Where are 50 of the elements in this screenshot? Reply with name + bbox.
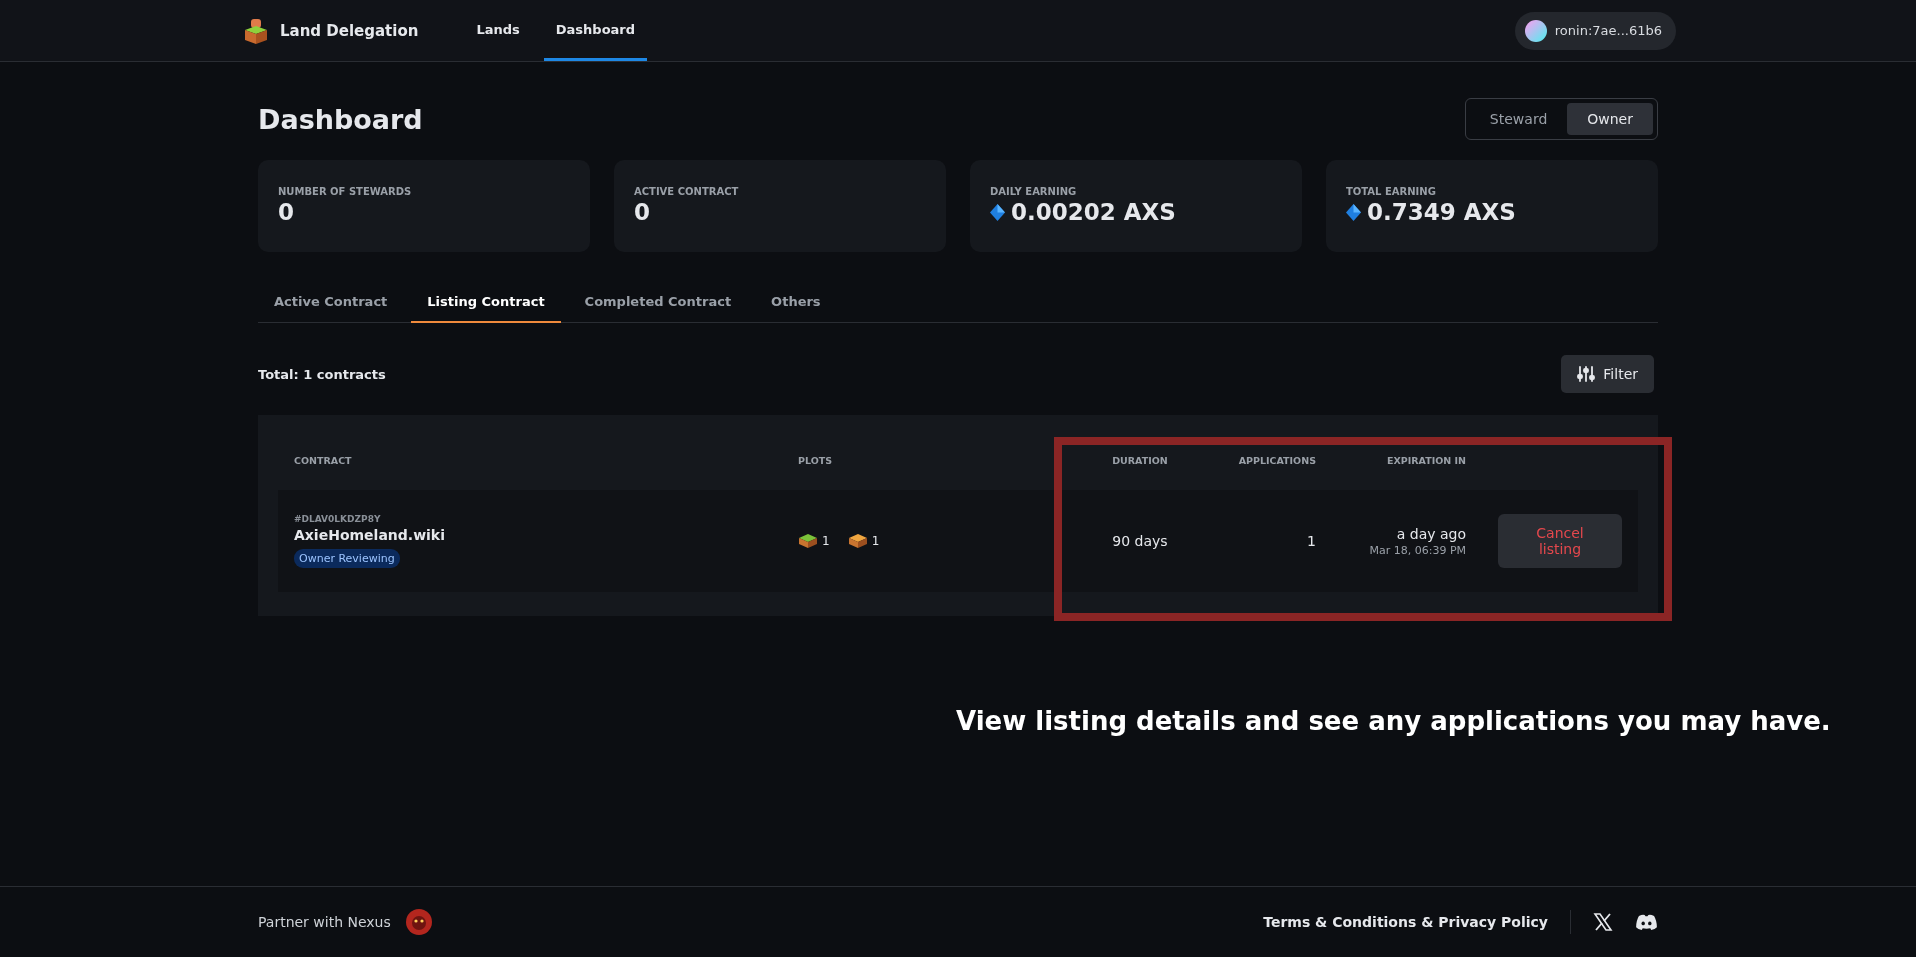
land-block-icon — [242, 16, 270, 45]
tutorial-caption: View listing details and see any applications you may have. — [956, 706, 1831, 736]
stat-label: ACTIVE CONTRACT — [634, 186, 740, 197]
duration-cell-text: 90 days — [1111, 533, 1169, 549]
mascot-icon — [404, 908, 433, 936]
tab[interactable]: Listing Contract — [411, 282, 561, 323]
column-header: PLOTS — [798, 455, 834, 466]
diamond-icon — [990, 203, 1005, 221]
column-header: CONTRACT — [294, 455, 353, 466]
plot-count: 1 — [871, 534, 880, 548]
nav-link[interactable]: Lands — [464, 0, 532, 61]
discord-icon[interactable] — [1635, 913, 1658, 931]
tab[interactable]: Others — [755, 282, 837, 323]
page-title: Dashboard — [258, 103, 423, 135]
land-tile-icon — [847, 533, 868, 549]
total-count: Total: 1 contracts — [258, 366, 386, 382]
stat-value: 0.7349 AXS — [1367, 199, 1516, 225]
role-toggle[interactable]: Steward — [1469, 103, 1568, 135]
column-header: DURATION — [1111, 455, 1169, 466]
partner-text: Partner with Nexus — [258, 914, 391, 930]
expiration-text: a day ago — [1396, 525, 1466, 542]
cancel-listing-button[interactable]: Cancel listing — [1498, 514, 1622, 568]
table-row[interactable]: #DLAV0LKDZP8Y AxieHomeland.wiki Owner Reviewing 1 1 90 days 1 a day ago Mar 18, 06:39 PM Cancel listing — [278, 490, 1638, 592]
sliders-icon — [1577, 365, 1596, 383]
stat-value: 0.00202 AXS — [1011, 199, 1176, 225]
stat-label: TOTAL EARNING — [1346, 186, 1437, 197]
app-name: Land Delegation — [280, 21, 419, 40]
contract-name: AxieHomeland.wiki — [294, 527, 445, 543]
terms-link[interactable]: Terms & Conditions & Privacy Policy — [1263, 914, 1548, 930]
contract-id: #DLAV0LKDZP8Y — [294, 514, 381, 524]
stat-label: DAILY EARNING — [990, 186, 1078, 197]
avatar-circle — [1524, 19, 1547, 42]
wallet-button[interactable]: ronin:7ae...61b6 — [1514, 11, 1676, 50]
stat-label: NUMBER OF STEWARDS — [278, 186, 413, 197]
stat-value: 0 — [634, 199, 650, 225]
filter-button[interactable]: Filter — [1561, 355, 1654, 393]
role-toggle[interactable]: Owner — [1567, 103, 1653, 135]
x-logo-icon[interactable] — [1593, 912, 1613, 932]
tab[interactable]: Active Contract — [258, 282, 404, 323]
tab[interactable]: Completed Contract — [568, 282, 748, 323]
expiration-date: Mar 18, 06:39 PM — [1369, 543, 1466, 557]
nav-link[interactable]: Dashboard — [543, 0, 648, 61]
status-badge: Owner Reviewing — [294, 549, 400, 568]
column-header: APPLICATIONS — [1237, 455, 1316, 466]
plot-count: 1 — [822, 534, 830, 548]
stat-value: 0 — [278, 199, 294, 225]
column-header: EXPIRATION IN — [1385, 455, 1466, 466]
diamond-icon — [1346, 203, 1361, 221]
land-tile-icon — [798, 533, 818, 549]
applications-cell-text: 1 — [1306, 533, 1316, 549]
